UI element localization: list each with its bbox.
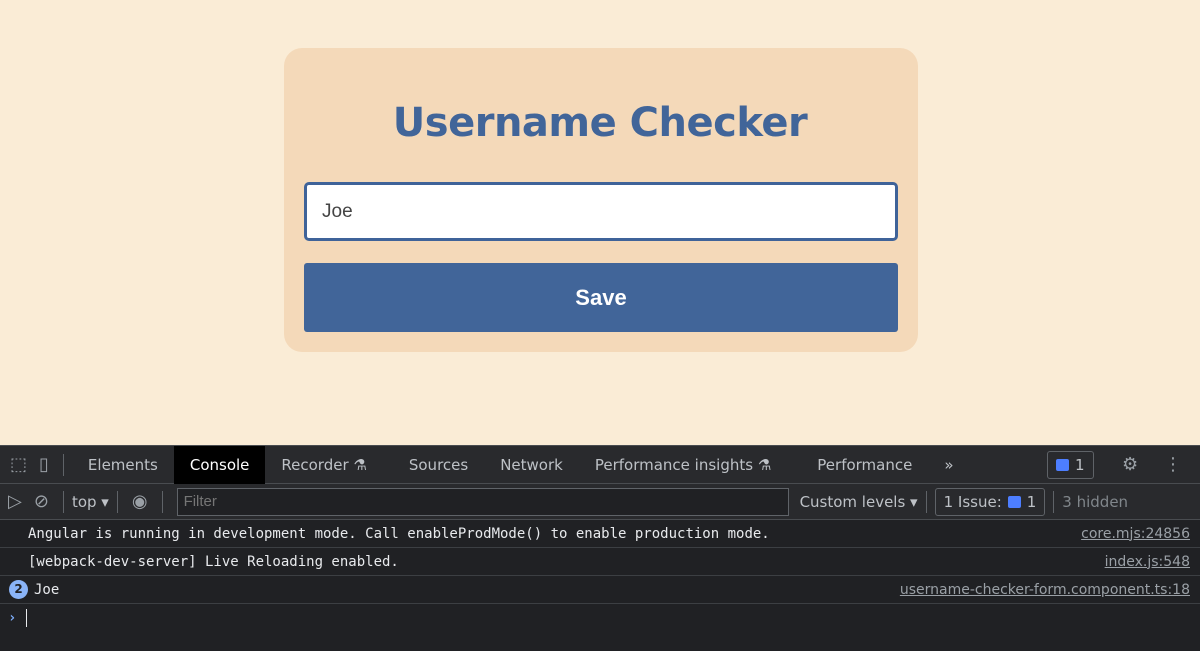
source-link[interactable]: index.js:548 [1105, 554, 1190, 570]
levels-dropdown[interactable]: Custom levels ▾ [800, 493, 918, 511]
divider [925, 490, 927, 513]
device-toolbar-icon[interactable]: ▯ [33, 454, 55, 475]
source-link[interactable]: core.mjs:24856 [1081, 526, 1190, 542]
more-options-icon[interactable]: ⋮ [1158, 454, 1188, 475]
more-tabs-button[interactable]: » [928, 446, 969, 484]
save-button[interactable]: Save [304, 263, 898, 332]
repeat-count-badge: 2 [9, 580, 28, 599]
message-text: Joe [34, 581, 60, 598]
tab-elements[interactable]: Elements [72, 446, 174, 484]
issues-button[interactable]: 1 Issue: 1 [934, 487, 1046, 516]
console-toolbar: ▷ ⊘ top ▾ ◉ Custom levels ▾ 1 Issue: 1 3 … [0, 484, 1200, 520]
console-message: 2 Joe username-checker-form.component.ts:1… [0, 576, 1200, 604]
tab-network[interactable]: Network [484, 446, 579, 484]
message-icon [1007, 495, 1021, 508]
console-prompt[interactable]: › [0, 604, 1200, 632]
page-title: Username Checker [392, 100, 808, 146]
text-cursor [26, 609, 28, 627]
divider [62, 453, 64, 476]
tab-performance-insights[interactable]: Performance insights ⚗ [579, 446, 787, 484]
flask-icon: ⚗ [353, 455, 367, 474]
source-link[interactable]: username-checker-form.component.ts:18 [900, 582, 1190, 598]
divider [161, 490, 163, 513]
tab-sources[interactable]: Sources [393, 446, 484, 484]
devtools-tabbar: ⬚ ▯ Elements Console Recorder ⚗ Sources … [0, 445, 1200, 484]
tab-recorder[interactable]: Recorder ⚗ [265, 446, 382, 484]
tab-label: Performance insights [594, 455, 754, 474]
context-selector[interactable]: top ▾ [72, 493, 109, 511]
tab-performance[interactable]: Performance [801, 446, 928, 484]
filter-input[interactable] [176, 487, 789, 516]
divider [1053, 490, 1055, 513]
messages-badge[interactable]: 1 [1047, 451, 1094, 479]
inspect-element-icon[interactable]: ⬚ [4, 454, 33, 475]
message-text: [webpack-dev-server] Live Reloading enab… [28, 553, 399, 570]
eye-icon[interactable]: ◉ [126, 491, 154, 512]
sidebar-toggle-icon[interactable]: ▷ [2, 491, 28, 512]
hidden-count: 3 hidden [1062, 492, 1129, 511]
levels-label: Custom levels [799, 492, 906, 511]
app-page: Username Checker Save [0, 0, 1200, 445]
console-message: [webpack-dev-server] Live Reloading enab… [0, 548, 1200, 576]
flask-icon: ⚗ [757, 455, 772, 474]
context-label: top [71, 492, 97, 511]
tab-console[interactable]: Console [173, 445, 266, 484]
prompt-chevron-icon: › [8, 610, 17, 626]
divider [116, 490, 118, 513]
messages-count: 1 [1075, 456, 1085, 474]
message-icon [1056, 459, 1069, 471]
message-text: Angular is running in development mode. … [28, 525, 770, 542]
tab-label: Recorder [281, 455, 349, 474]
issues-count: 1 [1026, 492, 1037, 511]
clear-console-icon[interactable]: ⊘ [28, 491, 55, 512]
divider [62, 490, 64, 513]
devtools-panel: ⬚ ▯ Elements Console Recorder ⚗ Sources … [0, 445, 1200, 651]
issues-label: 1 Issue: [943, 492, 1002, 511]
username-input[interactable] [304, 182, 898, 241]
gear-icon[interactable]: ⚙ [1116, 454, 1144, 475]
console-message: Angular is running in development mode. … [0, 520, 1200, 548]
